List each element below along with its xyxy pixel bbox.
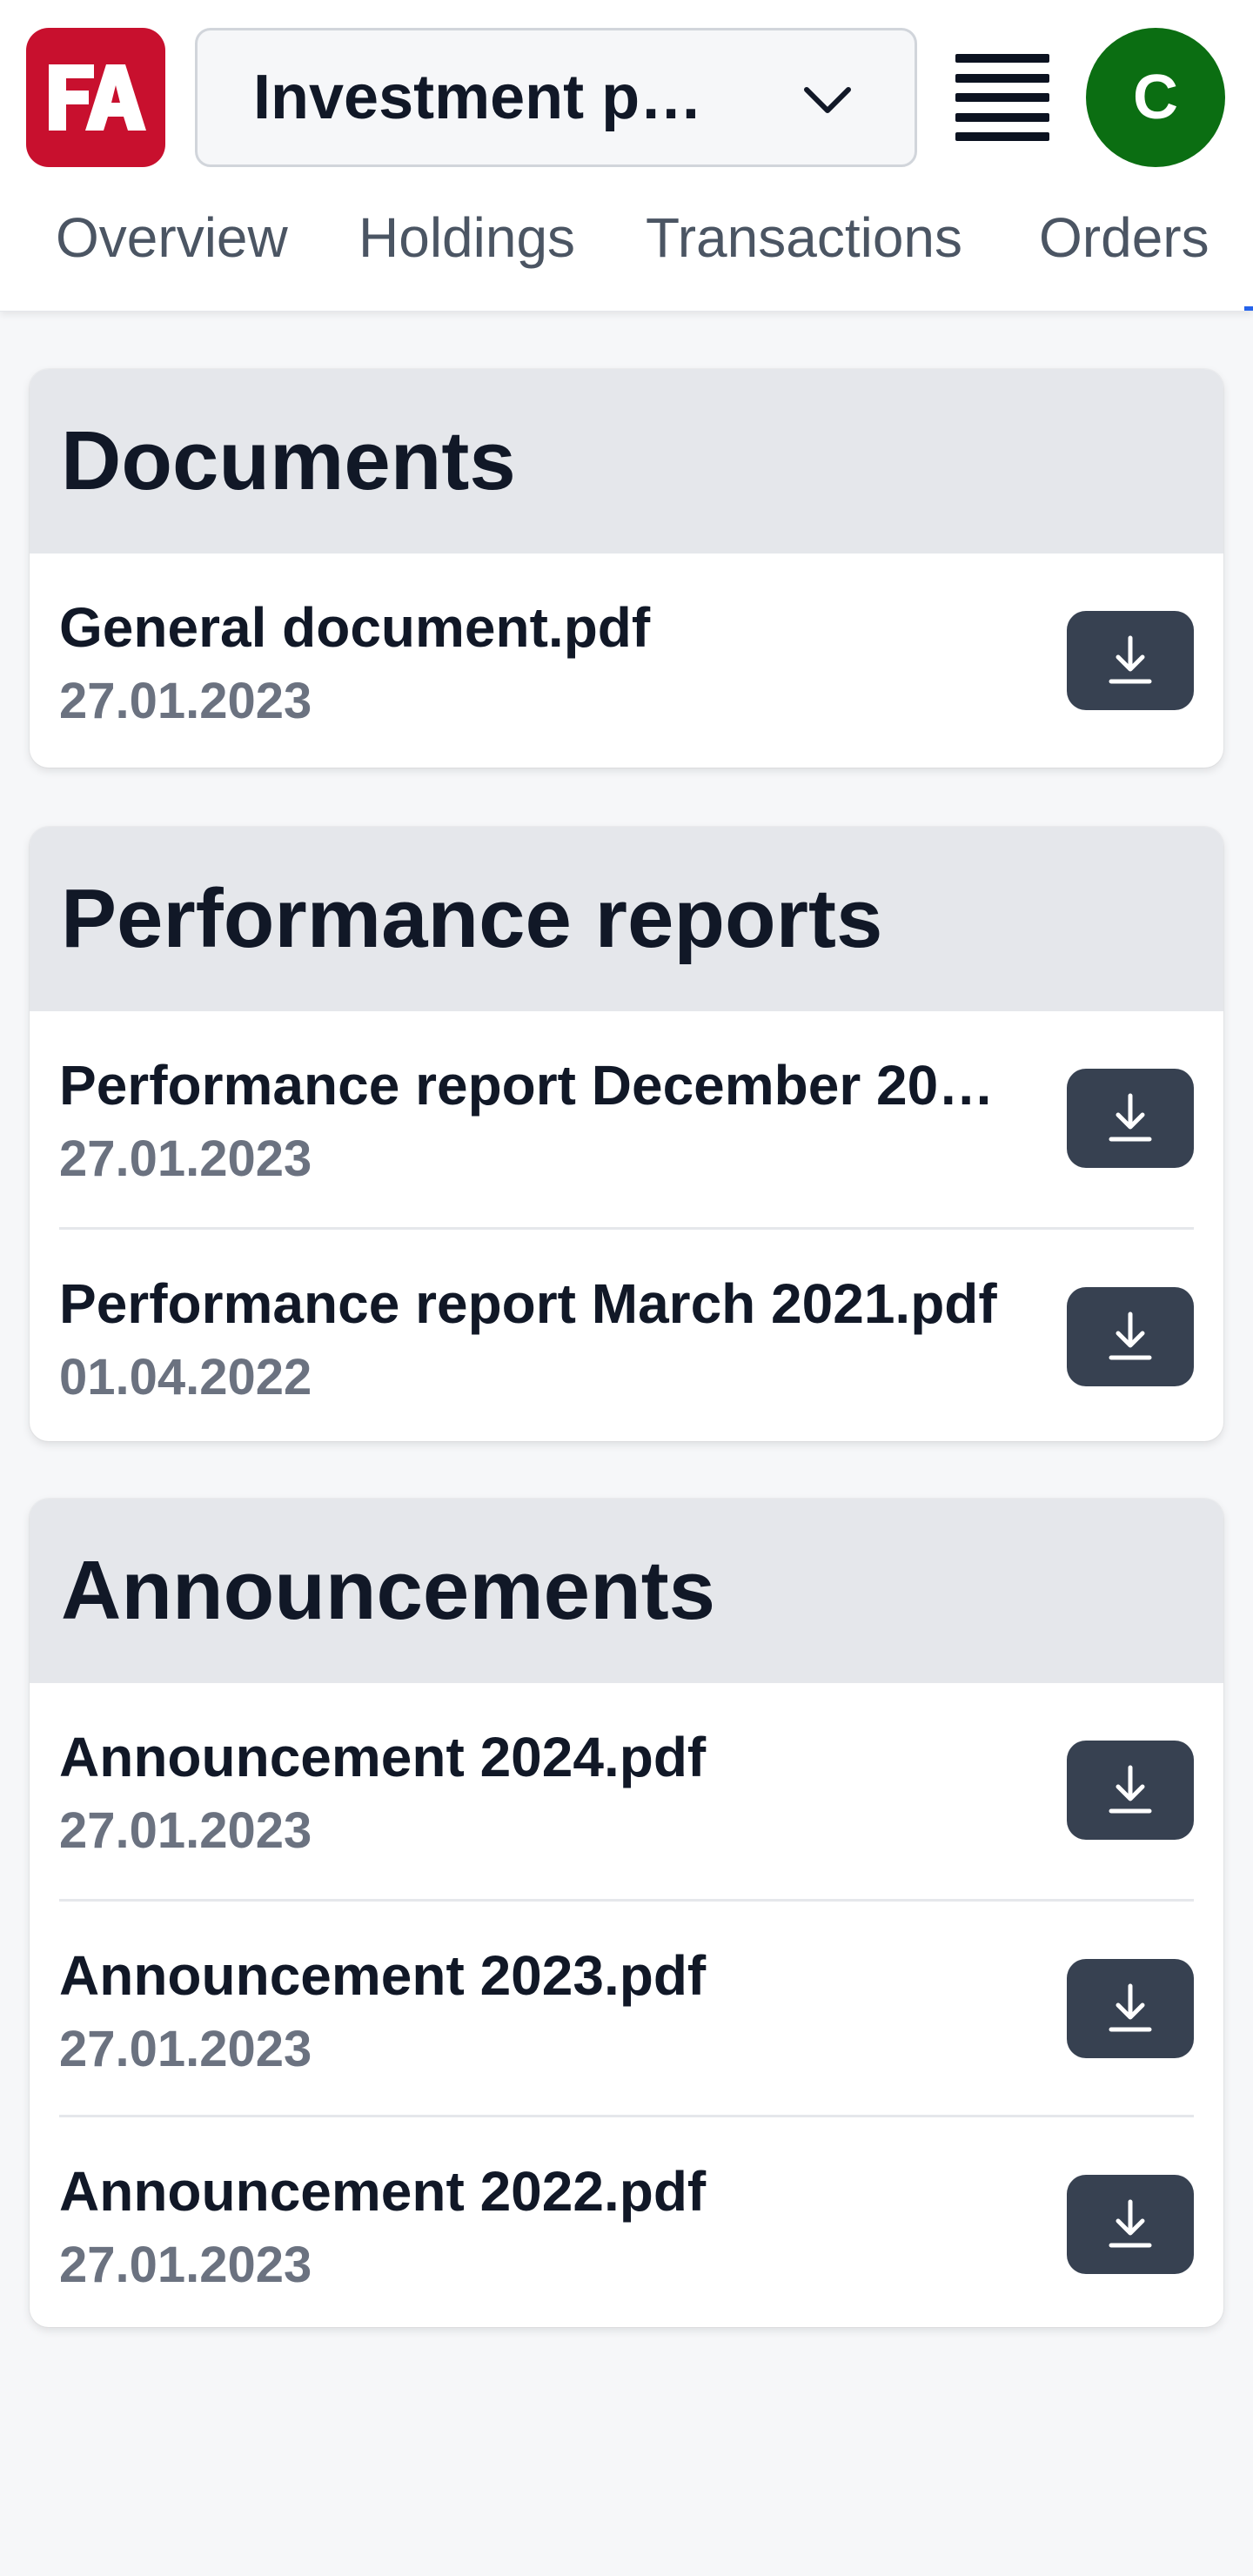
performance-reports-card-header: Performance reports bbox=[30, 827, 1223, 1011]
tab-overview[interactable]: Overview bbox=[56, 205, 288, 270]
section-title: Performance reports bbox=[61, 872, 883, 965]
download-button[interactable] bbox=[1067, 1959, 1194, 2058]
nav-tabs: Overview Holdings Transactions Orders bbox=[0, 193, 1253, 289]
download-icon bbox=[1109, 1311, 1152, 1360]
document-row: Performance report March 2021.pdf 01.04.… bbox=[59, 1227, 1194, 1441]
section-title: Announcements bbox=[61, 1544, 716, 1637]
document-name[interactable]: Performance report March 2021.pdf bbox=[59, 1271, 1025, 1336]
download-button[interactable] bbox=[1067, 1069, 1194, 1168]
document-name[interactable]: Announcement 2022.pdf bbox=[59, 2159, 1025, 2224]
document-row: Announcement 2022.pdf 27.01.2023 bbox=[59, 2115, 1194, 2327]
document-row: Performance report December 20… 27.01.20… bbox=[59, 1011, 1194, 1227]
announcements-card: Announcements Announcement 2024.pdf 27.0… bbox=[30, 1499, 1223, 2327]
tab-orders[interactable]: Orders bbox=[1039, 205, 1209, 270]
documents-card-header: Documents bbox=[30, 369, 1223, 553]
download-button[interactable] bbox=[1067, 611, 1194, 710]
download-icon bbox=[1109, 2199, 1152, 2248]
portfolio-select[interactable]: Investment po… bbox=[195, 28, 917, 167]
announcements-card-header: Announcements bbox=[30, 1499, 1223, 1683]
document-name[interactable]: Announcement 2023.pdf bbox=[59, 1943, 1025, 2008]
fa-logo[interactable] bbox=[26, 28, 165, 167]
document-date: 27.01.2023 bbox=[59, 673, 312, 729]
fa-logo-mark bbox=[49, 64, 146, 131]
download-button[interactable] bbox=[1067, 1741, 1194, 1840]
performance-reports-card: Performance reports Performance report D… bbox=[30, 827, 1223, 1441]
download-icon bbox=[1109, 1983, 1152, 2032]
download-icon bbox=[1109, 1765, 1152, 1814]
document-date: 27.01.2023 bbox=[59, 1130, 312, 1187]
download-button[interactable] bbox=[1067, 1287, 1194, 1386]
document-date: 01.04.2022 bbox=[59, 1349, 312, 1405]
document-name[interactable]: Performance report December 20… bbox=[59, 1053, 1025, 1117]
download-icon bbox=[1109, 635, 1152, 684]
app-header: Investment po… C Overview Holdings Trans… bbox=[0, 0, 1253, 312]
download-button[interactable] bbox=[1067, 2175, 1194, 2274]
document-row: General document.pdf 27.01.2023 bbox=[59, 553, 1194, 768]
document-date: 27.01.2023 bbox=[59, 2237, 312, 2293]
document-date: 27.01.2023 bbox=[59, 1802, 312, 1859]
document-name[interactable]: General document.pdf bbox=[59, 595, 1025, 660]
document-row: Announcement 2023.pdf 27.01.2023 bbox=[59, 1899, 1194, 2115]
document-row: Announcement 2024.pdf 27.01.2023 bbox=[59, 1683, 1194, 1899]
tab-transactions[interactable]: Transactions bbox=[646, 205, 962, 270]
download-icon bbox=[1109, 1093, 1152, 1142]
section-title: Documents bbox=[61, 414, 516, 507]
user-avatar[interactable]: C bbox=[1086, 28, 1225, 167]
hamburger-menu-icon[interactable] bbox=[955, 54, 1049, 141]
chevron-down-icon bbox=[804, 87, 851, 113]
document-date: 27.01.2023 bbox=[59, 2021, 312, 2077]
portfolio-select-value: Investment po… bbox=[253, 63, 740, 132]
active-tab-indicator bbox=[1244, 306, 1253, 311]
documents-card: Documents General document.pdf 27.01.202… bbox=[30, 369, 1223, 768]
tab-holdings[interactable]: Holdings bbox=[358, 205, 575, 270]
document-name[interactable]: Announcement 2024.pdf bbox=[59, 1725, 1025, 1789]
